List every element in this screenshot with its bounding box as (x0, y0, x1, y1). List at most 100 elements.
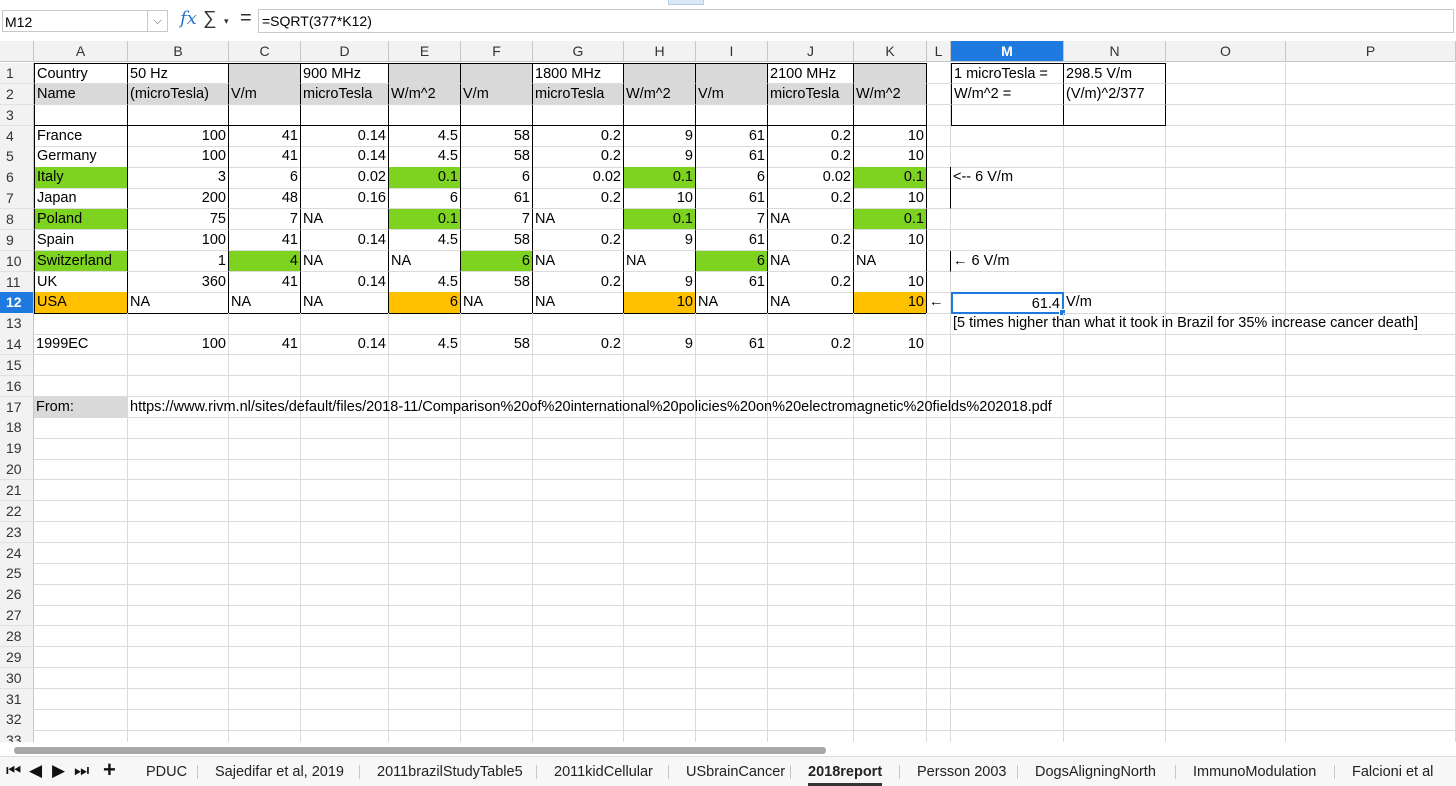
empty-cell[interactable] (854, 584, 927, 606)
cell-D2[interactable]: microTesla (301, 83, 389, 106)
empty-cell[interactable] (128, 605, 229, 627)
empty-cell[interactable] (951, 146, 1064, 168)
cell-M6[interactable]: <-- 6 V/m (951, 167, 1064, 189)
empty-cell[interactable] (624, 438, 696, 460)
empty-cell[interactable] (461, 480, 533, 502)
cell-G6[interactable]: 0.02 (533, 167, 624, 189)
empty-cell[interactable] (1064, 396, 1166, 418)
empty-cell[interactable] (128, 354, 229, 377)
empty-cell[interactable] (951, 417, 1064, 439)
empty-cell[interactable] (1286, 417, 1456, 439)
empty-cell[interactable] (624, 459, 696, 481)
column-header-J[interactable]: J (768, 41, 854, 62)
empty-cell[interactable] (1064, 229, 1166, 252)
empty-cell[interactable] (301, 709, 389, 731)
cell-H11[interactable]: 9 (624, 271, 696, 293)
empty-cell[interactable] (696, 500, 768, 523)
row-header-26[interactable]: 26 (0, 584, 34, 606)
empty-cell[interactable] (128, 500, 229, 523)
empty-cell[interactable] (1166, 83, 1286, 106)
empty-cell[interactable] (1166, 63, 1286, 85)
empty-cell[interactable] (1064, 208, 1166, 231)
empty-cell[interactable] (951, 188, 1064, 210)
row-header-30[interactable]: 30 (0, 667, 34, 689)
empty-cell[interactable] (1064, 521, 1166, 544)
empty-cell[interactable] (768, 438, 854, 460)
cell-I10[interactable]: 6 (696, 250, 768, 272)
empty-cell[interactable] (229, 521, 301, 544)
empty-cell[interactable] (696, 480, 768, 502)
select-all-corner[interactable] (0, 41, 34, 62)
empty-cell[interactable] (34, 313, 128, 335)
cell-F2[interactable]: V/m (461, 83, 533, 106)
cell-I9[interactable]: 61 (696, 229, 768, 252)
cell-H9[interactable]: 9 (624, 229, 696, 252)
scrollbar-thumb[interactable] (14, 747, 826, 754)
cell-A6[interactable]: Italy (34, 167, 128, 189)
cell-K4[interactable]: 10 (854, 125, 927, 147)
empty-cell[interactable] (533, 459, 624, 481)
row-header-29[interactable]: 29 (0, 646, 34, 669)
cell-D8[interactable]: NA (301, 208, 389, 231)
empty-cell[interactable] (927, 500, 951, 523)
sheet-tab-2011kidcellular[interactable]: 2011kidCellular (554, 761, 653, 783)
empty-cell[interactable] (854, 375, 927, 398)
empty-cell[interactable] (927, 250, 951, 272)
cell-C5[interactable]: 41 (229, 146, 301, 168)
empty-cell[interactable] (229, 730, 301, 742)
empty-cell[interactable] (533, 605, 624, 627)
empty-cell[interactable] (951, 563, 1064, 585)
cell-B14[interactable]: 100 (128, 334, 229, 356)
empty-cell[interactable] (768, 417, 854, 439)
empty-cell[interactable] (533, 730, 624, 742)
empty-cell[interactable] (128, 417, 229, 439)
empty-cell[interactable] (927, 375, 951, 398)
cell-K6[interactable]: 0.1 (854, 167, 927, 189)
cell-D5[interactable]: 0.14 (301, 146, 389, 168)
cell-K7[interactable]: 10 (854, 188, 927, 210)
cell-G9[interactable]: 0.2 (533, 229, 624, 252)
empty-cell[interactable] (301, 730, 389, 742)
cell-C4[interactable]: 41 (229, 125, 301, 147)
empty-cell[interactable] (624, 542, 696, 564)
empty-cell[interactable] (696, 667, 768, 689)
row-header-3[interactable]: 3 (0, 104, 34, 127)
empty-cell[interactable] (1166, 229, 1286, 252)
empty-cell[interactable] (696, 584, 768, 606)
empty-cell[interactable] (1166, 146, 1286, 168)
prev-sheet-icon[interactable]: ◀ (29, 761, 42, 781)
empty-cell[interactable] (128, 709, 229, 731)
empty-cell[interactable] (34, 709, 128, 731)
empty-cell[interactable] (229, 688, 301, 710)
column-header-N[interactable]: N (1064, 41, 1166, 62)
cell-H7[interactable]: 10 (624, 188, 696, 210)
cell-J9[interactable]: 0.2 (768, 229, 854, 252)
empty-cell[interactable] (1286, 104, 1456, 127)
empty-cell[interactable] (389, 459, 461, 481)
cell-F4[interactable]: 58 (461, 125, 533, 147)
empty-cell[interactable] (1064, 250, 1166, 272)
row-header-1[interactable]: 1 (0, 63, 34, 85)
empty-cell[interactable] (951, 229, 1064, 252)
empty-cell[interactable] (229, 417, 301, 439)
empty-cell[interactable] (461, 438, 533, 460)
empty-cell[interactable] (461, 354, 533, 377)
cell-G7[interactable]: 0.2 (533, 188, 624, 210)
empty-cell[interactable] (1166, 417, 1286, 439)
empty-cell[interactable] (389, 500, 461, 523)
empty-cell[interactable] (1166, 125, 1286, 147)
cell-B5[interactable]: 100 (128, 146, 229, 168)
empty-cell[interactable] (1166, 584, 1286, 606)
cell-F9[interactable]: 58 (461, 229, 533, 252)
empty-cell[interactable] (1064, 104, 1166, 127)
cell-G12[interactable]: NA (533, 292, 624, 314)
empty-cell[interactable] (389, 521, 461, 544)
empty-cell[interactable] (389, 563, 461, 585)
empty-cell[interactable] (951, 542, 1064, 564)
empty-cell[interactable] (1166, 625, 1286, 648)
empty-cell[interactable] (461, 542, 533, 564)
cell-A2[interactable]: Name (34, 83, 128, 106)
empty-cell[interactable] (533, 438, 624, 460)
sheet-tab-immunomodulation[interactable]: ImmunoModulation (1193, 761, 1316, 783)
empty-cell[interactable] (951, 208, 1064, 231)
